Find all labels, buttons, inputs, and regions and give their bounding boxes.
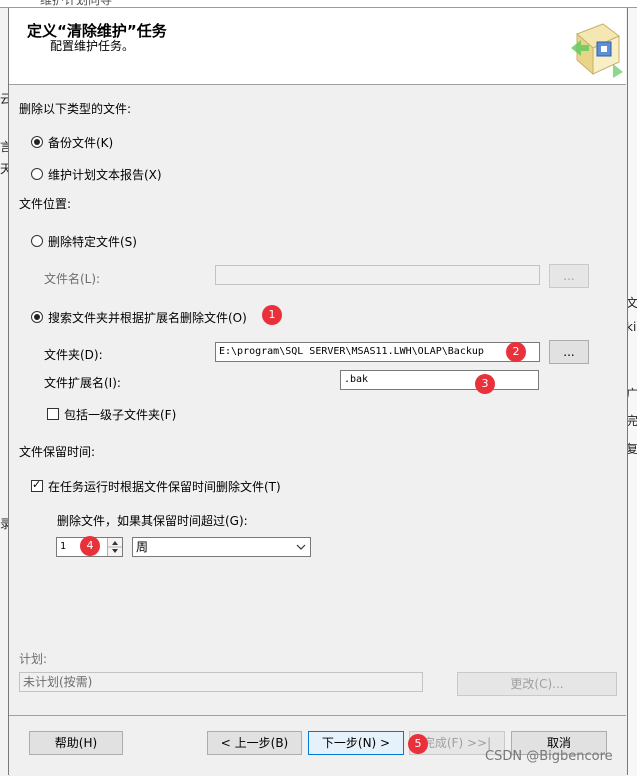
- include-subfolders-checkbox[interactable]: [47, 408, 59, 420]
- folder-input[interactable]: E:\program\SQL SERVER\MSAS11.LWH\OLAP\Ba…: [215, 342, 540, 362]
- help-button[interactable]: 帮助(H): [29, 731, 123, 755]
- annotation-badge-4: 4: [80, 536, 100, 556]
- file-type-label: 删除以下类型的文件:: [19, 102, 132, 116]
- next-button[interactable]: 下一步(N) >: [308, 731, 404, 755]
- page-subtitle: 配置维护任务。: [50, 39, 135, 53]
- annotation-badge-3: 3: [475, 374, 495, 394]
- include-subfolders-label[interactable]: 包括一级子文件夹(F): [64, 406, 176, 423]
- schedule-field: 未计划(按需): [19, 672, 423, 692]
- footer-divider: [9, 715, 626, 716]
- file-location-label: 文件位置:: [19, 197, 72, 211]
- window-title: 维护计划向导: [40, 0, 113, 7]
- annotation-badge-2: 2: [506, 342, 526, 362]
- file-retention-label: 文件保留时间:: [19, 445, 96, 459]
- delete-by-age-checkbox[interactable]: ✓: [31, 478, 43, 492]
- radio-maintenance-report[interactable]: [31, 168, 43, 180]
- watermark-text: CSDN @Bigbencore: [485, 749, 613, 764]
- file-extension-label: 文件扩展名(I):: [44, 376, 121, 390]
- window-title-bar: 维护计划向导: [0, 0, 637, 8]
- back-button[interactable]: < 上一步(B): [207, 731, 302, 755]
- chevron-down-icon[interactable]: [296, 544, 306, 550]
- radio-delete-specific-file-label[interactable]: 删除特定文件(S): [48, 233, 137, 250]
- wizard-icon: [571, 23, 623, 78]
- radio-delete-specific-file[interactable]: [31, 235, 43, 247]
- radio-backup-files-label[interactable]: 备份文件(K): [48, 134, 113, 151]
- radio-maintenance-report-label[interactable]: 维护计划文本报告(X): [48, 166, 162, 183]
- spinner-arrows[interactable]: [107, 538, 122, 556]
- folder-label: 文件夹(D):: [44, 348, 103, 362]
- retention-unit-value: 周: [136, 540, 149, 554]
- retention-unit-select[interactable]: 周: [132, 537, 311, 557]
- file-name-input[interactable]: [215, 265, 540, 285]
- schedule-label: 计划:: [19, 652, 48, 666]
- retention-amount-value: 1: [60, 541, 67, 552]
- spinner-up-down-icon[interactable]: [108, 538, 122, 556]
- annotation-badge-1: 1: [262, 305, 282, 325]
- annotation-badge-5: 5: [408, 734, 428, 754]
- radio-backup-files[interactable]: [31, 136, 43, 148]
- radio-search-folder[interactable]: [31, 311, 43, 323]
- file-extension-input[interactable]: .bak: [340, 370, 539, 390]
- dialog-window: [8, 8, 628, 775]
- radio-search-folder-label[interactable]: 搜索文件夹并根据扩展名删除文件(O): [48, 309, 247, 326]
- folder-browse-button[interactable]: ...: [549, 340, 589, 364]
- change-schedule-button[interactable]: 更改(C)...: [457, 672, 617, 696]
- file-name-browse-button[interactable]: ...: [549, 264, 589, 288]
- delete-by-age-label[interactable]: 在任务运行时根据文件保留时间删除文件(T): [48, 478, 281, 495]
- older-than-label: 删除文件，如果其保留时间超过(G):: [57, 514, 248, 528]
- file-name-label: 文件名(L):: [44, 272, 101, 286]
